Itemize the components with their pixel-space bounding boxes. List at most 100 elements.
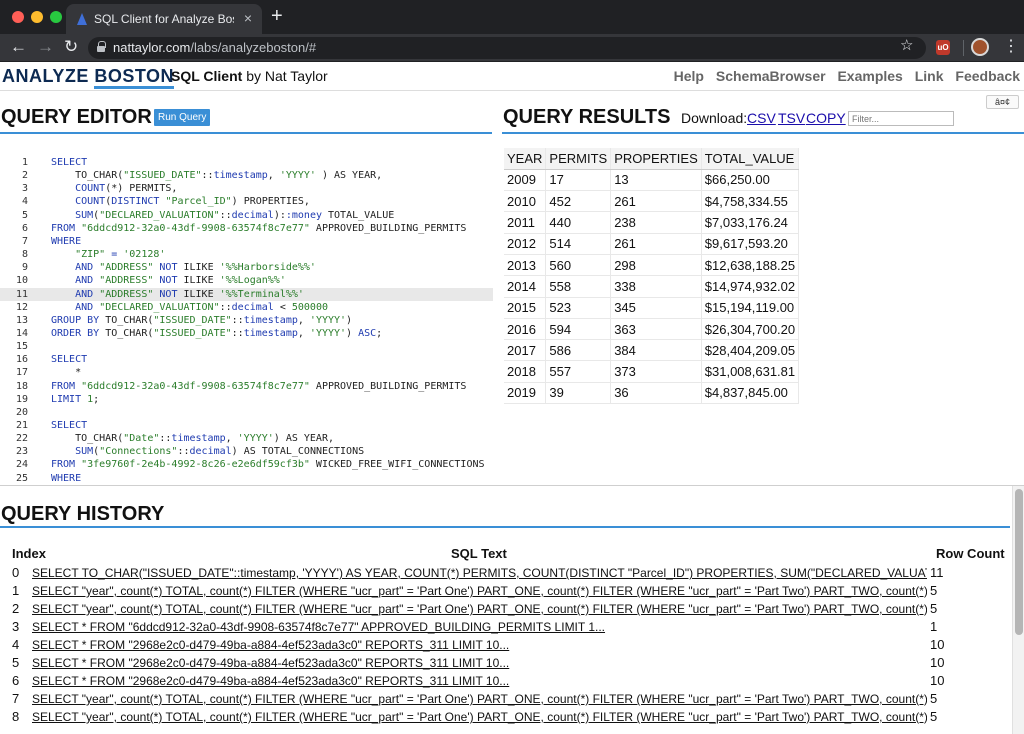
- code-line[interactable]: 17 *: [0, 366, 493, 379]
- encoding-toggle-button[interactable]: â¤¢: [986, 95, 1019, 109]
- results-cell: 452: [545, 190, 612, 213]
- history-row-count: 1: [930, 619, 938, 634]
- history-row: 7 SELECT "year", count(*) TOTAL, count(*)…: [0, 690, 1010, 708]
- code-line[interactable]: 8 "ZIP" = '02128': [0, 248, 493, 261]
- code-line[interactable]: 11 AND "ADDRESS" NOT ILIKE '%%Terminal%%…: [0, 287, 493, 301]
- line-number: 22: [15, 433, 28, 445]
- nav-schema-browser[interactable]: SchemaBrowser: [716, 68, 826, 84]
- copy-results-link[interactable]: COPY: [806, 110, 846, 126]
- code-line[interactable]: 9 AND "ADDRESS" NOT ILIKE '%%Harborside%…: [0, 261, 493, 274]
- minimize-window-icon[interactable]: [31, 11, 43, 23]
- code-line[interactable]: 6 FROM "6ddcd912-32a0-43df-9908-63574f8c7…: [0, 222, 493, 235]
- history-sql-link[interactable]: SELECT "year", count(*) TOTAL, count(*) …: [32, 582, 927, 600]
- results-filter-input[interactable]: [848, 111, 954, 126]
- results-cell: 39: [545, 382, 612, 405]
- history-sql-link[interactable]: SELECT * FROM "2968e2c0-d479-49ba-a884-4…: [32, 636, 927, 654]
- results-row: 2019 39 36 $4,837,845.00: [504, 382, 800, 405]
- download-tsv-link[interactable]: TSV: [778, 110, 805, 126]
- results-cell: 36: [610, 382, 702, 405]
- ublock-icon[interactable]: uO: [936, 40, 950, 55]
- history-sql-link[interactable]: SELECT * FROM "6ddcd912-32a0-43df-9908-6…: [32, 618, 927, 636]
- code-line[interactable]: 7 WHERE: [0, 235, 493, 248]
- history-sql-link[interactable]: SELECT "year", count(*) TOTAL, count(*) …: [32, 690, 927, 708]
- line-number: 17: [15, 367, 28, 379]
- sql-code-editor[interactable]: 1 SELECT 2 TO_CHAR("ISSUED_DATE"::timestam…: [0, 150, 493, 483]
- code-text: WHERE: [51, 235, 82, 247]
- lock-icon[interactable]: [97, 41, 106, 52]
- maximize-window-icon[interactable]: [50, 11, 62, 23]
- code-text: SUM("DECLARED_VALUATION"::decimal)::mone…: [75, 209, 395, 221]
- code-line[interactable]: 25 WHERE: [0, 472, 493, 483]
- history-sql-link[interactable]: SELECT * FROM "2968e2c0-d479-49ba-a884-4…: [32, 654, 927, 672]
- history-sql-link[interactable]: SELECT "year", count(*) TOTAL, count(*) …: [32, 708, 927, 726]
- url-path: /labs/analyzeboston/#: [190, 40, 317, 55]
- line-number: 21: [15, 420, 28, 431]
- results-cell: 440: [545, 211, 612, 234]
- download-csv-link[interactable]: CSV: [747, 110, 776, 126]
- results-cell: 2018: [504, 360, 547, 383]
- results-cell: 298: [610, 254, 702, 277]
- tab-close-icon[interactable]: ×: [244, 10, 252, 26]
- nav-help[interactable]: Help: [674, 68, 704, 84]
- history-sql-link[interactable]: SELECT * FROM "2968e2c0-d479-49ba-a884-4…: [32, 672, 927, 690]
- code-line[interactable]: 21 SELECT: [0, 419, 493, 432]
- code-line[interactable]: 22 TO_CHAR("Date"::timestamp, 'YYYY') AS…: [0, 432, 493, 445]
- back-arrow-icon[interactable]: ←: [10, 37, 27, 57]
- code-line[interactable]: 10 AND "ADDRESS" NOT ILIKE '%%Logan%%': [0, 274, 493, 287]
- code-line[interactable]: 20: [0, 406, 493, 419]
- code-line[interactable]: 1 SELECT: [0, 156, 493, 169]
- history-sql-link[interactable]: SELECT "year", count(*) TOTAL, count(*) …: [32, 600, 927, 618]
- history-scrollbar[interactable]: [1012, 486, 1024, 734]
- forward-arrow-icon[interactable]: →: [37, 37, 54, 57]
- code-line[interactable]: 3 COUNT(*) PERMITS,: [0, 182, 493, 195]
- results-cell: $7,033,176.24: [701, 211, 800, 234]
- code-line[interactable]: 18 FROM "6ddcd912-32a0-43df-9908-63574f8c…: [0, 380, 493, 393]
- history-header-row-count: Row Count: [936, 546, 1005, 561]
- code-line[interactable]: 4 COUNT(DISTINCT "Parcel_ID") PROPERTIES…: [0, 195, 493, 208]
- top-nav: Help SchemaBrowser Examples Link Feedbac…: [666, 68, 1020, 84]
- code-line[interactable]: 2 TO_CHAR("ISSUED_DATE"::timestamp, 'YYY…: [0, 169, 493, 182]
- column-header-year[interactable]: YEAR: [504, 148, 547, 170]
- line-number: 11: [15, 288, 28, 300]
- code-line[interactable]: 12 AND "DECLARED_VALUATION"::decimal < 5…: [0, 301, 493, 314]
- results-cell: 373: [610, 360, 702, 383]
- results-cell: $14,974,932.02: [701, 275, 800, 298]
- results-cell: 2010: [504, 190, 547, 213]
- code-line[interactable]: 16 SELECT: [0, 353, 493, 366]
- url-field[interactable]: nattaylor.com/labs/analyzeboston/#: [88, 37, 926, 59]
- column-header-properties[interactable]: PROPERTIES: [610, 148, 702, 170]
- kebab-menu-icon[interactable]: ⋮: [1003, 36, 1019, 56]
- history-header-sql-text: SQL Text: [451, 546, 507, 561]
- code-line[interactable]: 5 SUM("DECLARED_VALUATION"::decimal)::mo…: [0, 209, 493, 222]
- code-line[interactable]: 19 LIMIT 1;: [0, 393, 493, 406]
- scrollbar-thumb[interactable]: [1015, 489, 1023, 635]
- code-text: FROM "3fe9760f-2e4b-4992-8c26-e2e6df59cf…: [51, 459, 485, 471]
- query-editor-title: QUERY EDITOR: [1, 106, 152, 128]
- profile-avatar-icon[interactable]: [971, 38, 989, 56]
- code-line[interactable]: 14 ORDER BY TO_CHAR("ISSUED_DATE"::timest…: [0, 327, 493, 340]
- column-header-permits[interactable]: PERMITS: [545, 148, 612, 170]
- code-line[interactable]: 15: [0, 340, 493, 353]
- logo-analyze: ANALYZE: [2, 66, 89, 86]
- column-header-total-value[interactable]: TOTAL_VALUE: [701, 148, 800, 170]
- run-query-button[interactable]: Run Query: [154, 109, 211, 126]
- nav-link[interactable]: Link: [915, 68, 944, 84]
- code-line[interactable]: 23 SUM("Connections"::decimal) AS TOTAL_…: [0, 445, 493, 458]
- browser-tab[interactable]: SQL Client for Analyze Boston ×: [66, 4, 262, 34]
- results-cell: 557: [545, 360, 612, 383]
- nav-feedback[interactable]: Feedback: [955, 68, 1020, 84]
- star-icon[interactable]: ☆: [900, 36, 913, 54]
- code-line[interactable]: 24 FROM "3fe9760f-2e4b-4992-8c26-e2e6df59…: [0, 458, 493, 471]
- line-number: 16: [15, 354, 28, 366]
- reload-icon[interactable]: ↻: [64, 37, 78, 57]
- history-sql-link[interactable]: SELECT TO_CHAR("ISSUED_DATE"::timestamp,…: [32, 564, 927, 582]
- code-text: TO_CHAR("Date"::timestamp, 'YYYY') AS YE…: [51, 433, 334, 445]
- results-table: YEAR PERMITS PROPERTIES TOTAL_VALUE 2009…: [504, 148, 800, 405]
- close-window-icon[interactable]: [12, 11, 24, 23]
- nav-examples[interactable]: Examples: [837, 68, 902, 84]
- pane-splitter[interactable]: [0, 485, 1024, 486]
- new-tab-icon[interactable]: +: [271, 5, 283, 28]
- app-logo[interactable]: ANALYZE BOSTON: [2, 66, 175, 89]
- code-line[interactable]: 13 GROUP BY TO_CHAR("ISSUED_DATE"::timest…: [0, 314, 493, 327]
- results-cell: 2019: [504, 382, 547, 405]
